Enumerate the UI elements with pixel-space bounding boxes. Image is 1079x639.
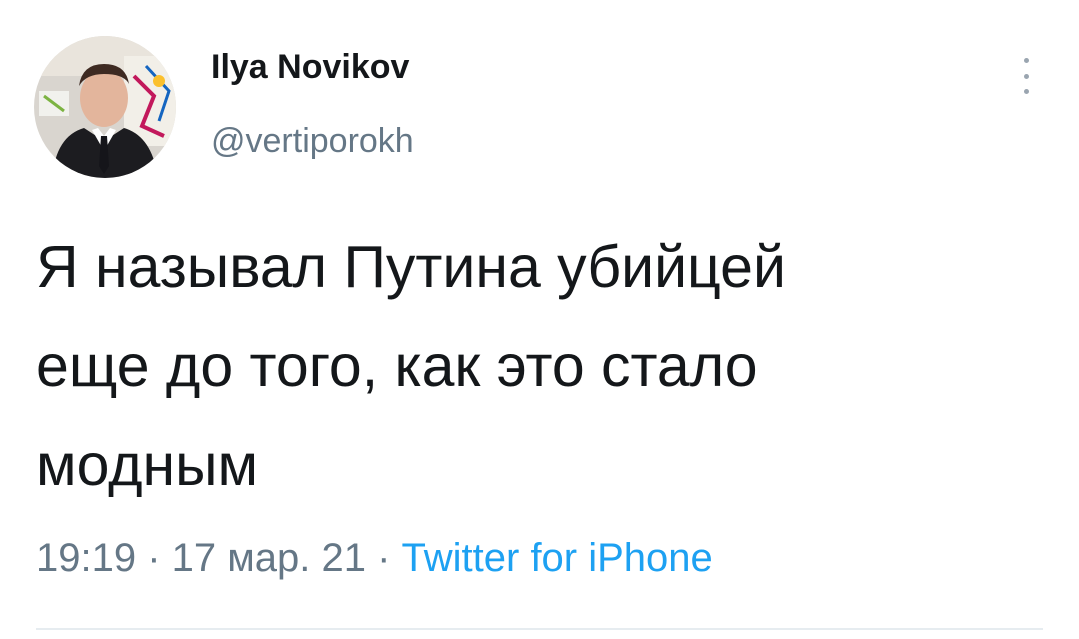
more-options-icon[interactable] <box>1016 58 1036 94</box>
tweet-time[interactable]: 19:19 <box>36 536 136 580</box>
tweet-date[interactable]: 17 мар. 21 <box>172 536 366 580</box>
tweet-metadata: 19:19 · 17 мар. 21 · Twitter for iPhone <box>36 536 713 581</box>
author-handle[interactable]: @vertiporokh <box>211 122 414 161</box>
tweet-text: Я называл Путина убийцей еще до того, ка… <box>36 234 786 498</box>
avatar[interactable] <box>34 36 176 178</box>
meta-separator: · <box>136 536 172 580</box>
tweet-card: Ilya Novikov @vertiporokh Я называл Пути… <box>0 0 1079 639</box>
meta-separator: · <box>365 536 402 580</box>
profile-photo-icon <box>34 36 176 178</box>
author-display-name[interactable]: Ilya Novikov <box>211 48 409 87</box>
tweet-source-link[interactable]: Twitter for iPhone <box>402 536 713 580</box>
divider <box>36 628 1043 630</box>
dot <box>1023 89 1029 94</box>
dot <box>1023 73 1029 79</box>
dot <box>1023 58 1029 63</box>
